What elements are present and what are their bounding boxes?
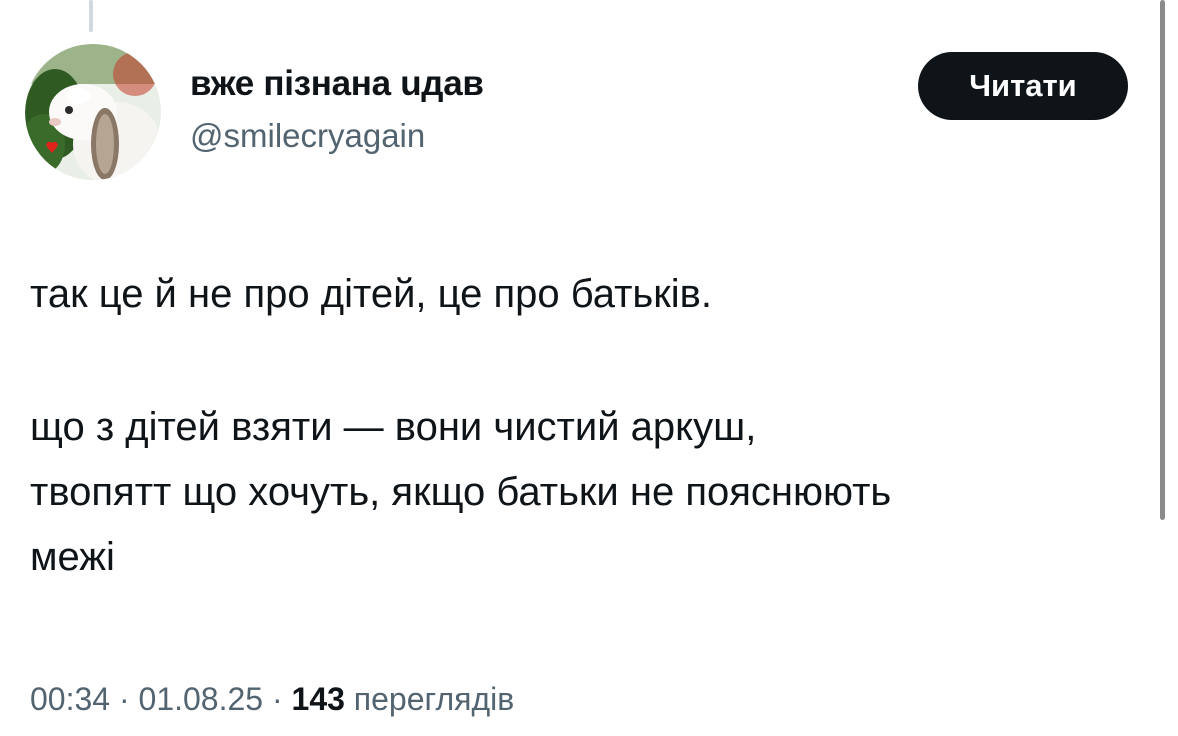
tweet-line-4: межі: [30, 535, 115, 579]
views-count: 143: [291, 681, 345, 717]
thread-connector-line: [89, 0, 93, 32]
rabbit-avatar-image: [25, 44, 161, 180]
views-label: переглядів: [353, 681, 515, 717]
scrollbar[interactable]: [1160, 0, 1165, 520]
tweet-meta: 00:34 · 01.08.25 · 143 переглядів: [30, 681, 514, 718]
tweet-line-3: твопятт що хочуть, якщо батьки не поясню…: [30, 470, 892, 514]
follow-button[interactable]: Читати: [918, 52, 1128, 120]
meta-separator: ·: [118, 681, 130, 717]
tweet-line-2: що з дітей взяти — вони чистий аркуш,: [30, 405, 757, 449]
author-display-name[interactable]: вже пізнана uдaв: [190, 64, 484, 104]
author-handle[interactable]: @smilecryagain: [190, 117, 425, 155]
tweet-line-1: так це й не про дітей, це про батьків.: [30, 272, 712, 316]
avatar[interactable]: [25, 44, 161, 180]
tweet-date[interactable]: 01.08.25: [139, 681, 264, 717]
tweet-text: так це й не про дітей, це про батьків. щ…: [30, 262, 1155, 590]
tweet-time[interactable]: 00:34: [30, 681, 110, 717]
meta-separator: ·: [271, 681, 283, 717]
